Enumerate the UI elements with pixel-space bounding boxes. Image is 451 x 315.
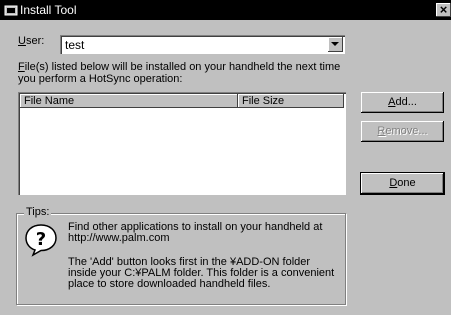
user-select[interactable]: test bbox=[60, 35, 345, 54]
user-select-value: test bbox=[65, 38, 85, 52]
close-button[interactable]: × bbox=[436, 3, 451, 17]
window-title: Install Tool bbox=[20, 3, 77, 17]
user-label: User: bbox=[18, 35, 45, 47]
tip-find-applications: Find other applications to install on yo… bbox=[68, 222, 338, 244]
done-button[interactable]: Done bbox=[360, 172, 445, 195]
tip-add-button-folder: The 'Add' button looks first in the ¥ADD… bbox=[68, 256, 335, 290]
svg-text:?: ? bbox=[36, 229, 46, 250]
remove-button[interactable]: Remove... bbox=[361, 121, 444, 142]
file-list[interactable]: File Name File Size bbox=[18, 92, 346, 195]
file-list-description-line1: File(s) listed below will be installed o… bbox=[18, 61, 341, 73]
chevron-down-icon bbox=[331, 42, 339, 46]
add-button[interactable]: Add... bbox=[361, 92, 444, 113]
column-header-file-name[interactable]: File Name bbox=[20, 94, 238, 108]
help-question-icon: ? bbox=[25, 224, 57, 257]
palm-url: http://www.palm.com bbox=[68, 232, 170, 244]
install-tool-app-icon bbox=[4, 5, 18, 16]
user-dropdown-button[interactable] bbox=[328, 37, 343, 52]
column-header-file-size[interactable]: File Size bbox=[238, 94, 344, 108]
title-bar[interactable]: Install Tool × bbox=[0, 0, 451, 20]
file-list-description-line2: you perform a HotSync operation: bbox=[18, 73, 183, 85]
close-icon: × bbox=[439, 2, 448, 17]
tips-label: Tips: bbox=[24, 206, 52, 219]
